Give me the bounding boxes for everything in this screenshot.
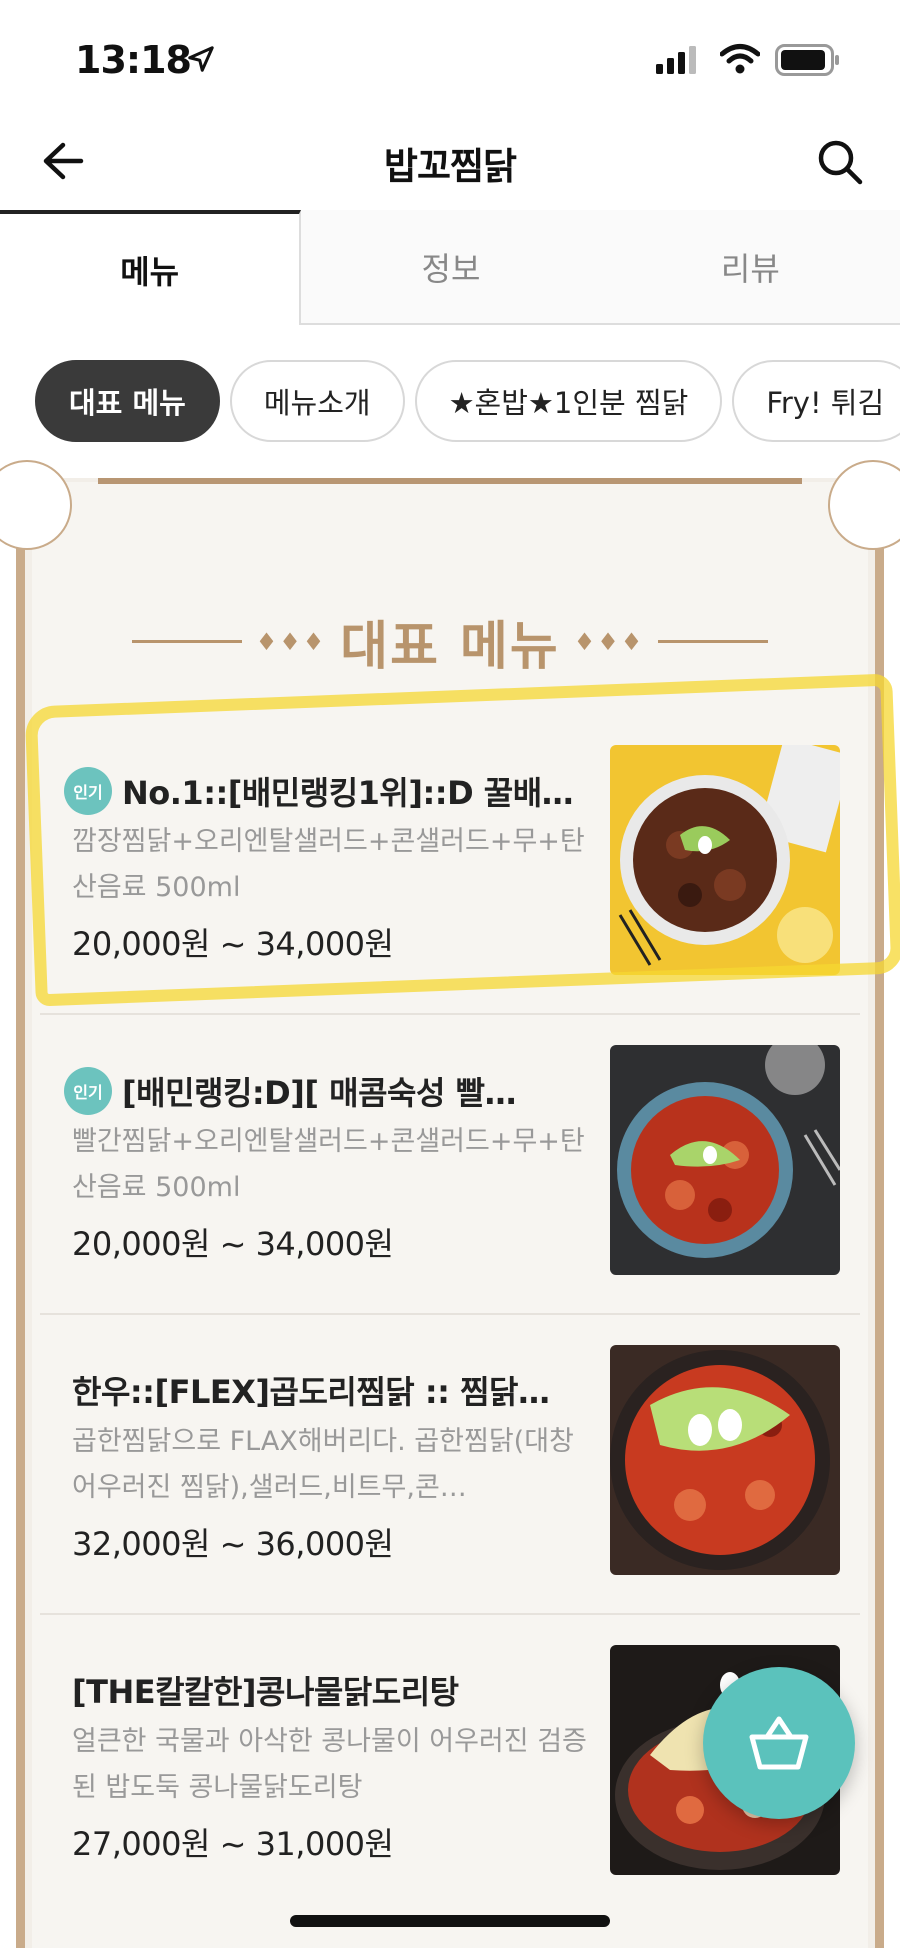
item-description: 얼큰한 국물과 아삭한 콩나물이 어우러진 검증된 밥도둑 콩나물닭도리탕 <box>72 1726 587 1803</box>
item-name-row: [THE칼칼한]콩나물닭도리탕 <box>64 1667 604 1713</box>
wifi-icon <box>720 44 760 74</box>
item-description: 곱한찜닭으로 FLAX해버리다. 곱한찜닭(대창 어우러진 찜닭),샐러드,비트… <box>72 1426 574 1503</box>
dish-photo-image <box>610 1045 840 1275</box>
item-name-row: 인기 [배민랭킹:D][ 매콤숙성 빨… <box>64 1067 604 1115</box>
chip-solo-meal[interactable]: ★혼밥★1인분 찜닭 <box>414 360 723 442</box>
basket-icon <box>749 1716 809 1770</box>
location-arrow-icon <box>188 46 214 72</box>
header-bar: 밥꼬찜닭 <box>0 110 900 210</box>
item-name-row: 한우::[FLEX]곱도리찜닭 :: 찜닭… <box>64 1367 604 1413</box>
chip-signature-menu[interactable]: 대표 메뉴 <box>35 360 220 442</box>
page-title: 밥꼬찜닭 <box>383 145 517 188</box>
popular-badge: 인기 <box>64 767 112 815</box>
status-bar: 13:18 <box>0 0 900 110</box>
menu-item[interactable]: 한우::[FLEX]곱도리찜닭 :: 찜닭… 곱한찜닭으로 FLAX해버리다. … <box>40 1315 860 1615</box>
decorative-ornament-left: ♦♦♦ <box>255 627 327 656</box>
item-name: [THE칼칼한]콩나물닭도리탕 <box>72 1673 459 1711</box>
item-price: 20,000원 ~ 34,000원 <box>72 1225 394 1263</box>
item-description: 깜장찜닭+오리엔탈샐러드+콘샐러드+무+탄산음료 500ml <box>72 826 585 903</box>
item-name: [배민랭킹:D][ 매콤숙성 빨… <box>122 1074 516 1112</box>
chip-fry[interactable]: Fry! 튀김 <box>732 360 900 442</box>
decorative-line-left <box>131 640 242 643</box>
cart-button[interactable] <box>703 1667 855 1819</box>
search-button[interactable] <box>812 134 868 190</box>
decorative-line-right <box>658 640 769 643</box>
cellular-signal-icon <box>656 46 696 74</box>
dish-photo-image <box>610 745 840 975</box>
tab-reviews[interactable]: 리뷰 <box>600 210 900 325</box>
item-price: 20,000원 ~ 34,000원 <box>72 925 394 963</box>
item-price: 27,000원 ~ 31,000원 <box>72 1825 394 1863</box>
section-title: 대표 메뉴 <box>340 617 560 677</box>
status-time: 13:18 <box>75 38 192 82</box>
section-heading: ♦♦♦ 대표 메뉴 ♦♦♦ <box>0 604 900 679</box>
tab-menu[interactable]: 메뉴 <box>0 210 302 325</box>
item-name-row: 인기 No.1::[배민랭킹1위]::D 꿀배… <box>64 767 604 815</box>
search-icon <box>818 140 863 185</box>
item-description: 빨간찜닭+오리엔탈샐러드+콘샐러드+무+탄산음료 500ml <box>72 1126 585 1203</box>
tab-info[interactable]: 정보 <box>301 210 601 325</box>
frame-top-border <box>98 478 802 484</box>
popular-badge: 인기 <box>64 1067 112 1115</box>
chip-menu-intro[interactable]: 메뉴소개 <box>229 360 405 442</box>
home-indicator[interactable] <box>290 1915 610 1927</box>
item-name: No.1::[배민랭킹1위]::D 꿀배… <box>122 774 574 812</box>
decorative-ornament-right: ♦♦♦ <box>573 627 645 656</box>
menu-item[interactable]: 인기 [배민랭킹:D][ 매콤숙성 빨… 빨간찜닭+오리엔탈샐러드+콘샐러드+무… <box>40 1015 860 1315</box>
menu-item[interactable]: 인기 No.1::[배민랭킹1위]::D 꿀배… 깜장찜닭+오리엔탈샐러드+콘샐… <box>40 715 860 1015</box>
dish-photo-image <box>610 1345 840 1575</box>
battery-icon <box>775 44 839 76</box>
category-chips: 대표 메뉴 메뉴소개 ★혼밥★1인분 찜닭 Fry! 튀김 <box>35 360 900 444</box>
item-price: 32,000원 ~ 36,000원 <box>72 1525 394 1563</box>
item-name: 한우::[FLEX]곱도리찜닭 :: 찜닭… <box>72 1373 550 1411</box>
tab-bar: 메뉴 정보 리뷰 <box>0 210 900 325</box>
